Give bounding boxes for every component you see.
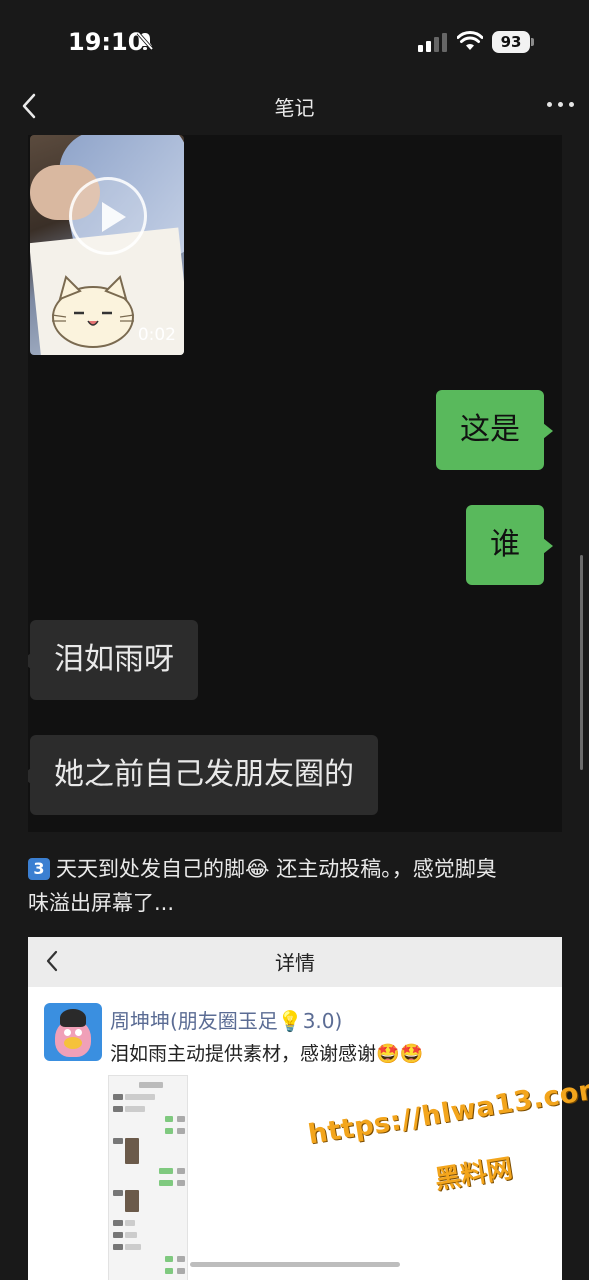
play-button-icon[interactable]: [69, 177, 147, 255]
status-bar: 19:10 93: [0, 0, 589, 80]
nav-bar: 笔记: [0, 80, 589, 132]
chat-bubble-sent: 这是: [436, 390, 553, 470]
note-caption: 3 天天到处发自己的脚😂 还主动投稿。，感觉脚臭 味溢出屏幕了...: [28, 852, 562, 920]
detail-header: 详情: [28, 937, 562, 987]
battery-level: 93: [500, 33, 522, 51]
wifi-icon: [457, 31, 483, 50]
caption-line-2: 味溢出屏幕了...: [28, 891, 175, 915]
video-duration: 0:02: [137, 325, 176, 345]
detail-title: 详情: [275, 951, 315, 975]
post-username: 周坤坤(朋友圈玉足💡3.0): [110, 1009, 343, 1033]
status-time: 19:10: [68, 28, 145, 56]
post-text: 泪如雨主动提供素材，感谢感谢🤩🤩: [110, 1043, 424, 1065]
battery-icon: 93: [492, 31, 534, 53]
cartoon-cat-sticker: [51, 275, 135, 348]
more-options-icon[interactable]: [547, 102, 575, 110]
video-thumbnail[interactable]: 0:02: [30, 135, 184, 355]
page-title: 笔记: [274, 96, 315, 120]
keycap-number-icon: 3: [28, 858, 50, 880]
chat-bubble-sent: 谁: [466, 505, 553, 585]
chat-bubble-received: 泪如雨呀: [28, 620, 198, 700]
cellular-signal-icon: [418, 32, 448, 52]
avatar: [44, 1003, 102, 1061]
silent-bell-icon: [136, 31, 154, 51]
caption-line-1: 天天到处发自己的脚😂 还主动投稿。，感觉脚臭: [56, 857, 497, 881]
attached-chat-thumbnail: [108, 1075, 188, 1280]
home-indicator[interactable]: [190, 1262, 400, 1267]
scrollbar[interactable]: [580, 555, 583, 770]
chat-bubble-received: 她之前自己发朋友圈的: [28, 735, 378, 815]
chat-screenshot-image[interactable]: 0:02 这是 谁 泪如雨呀 她之前自己发朋友圈的: [28, 135, 562, 832]
